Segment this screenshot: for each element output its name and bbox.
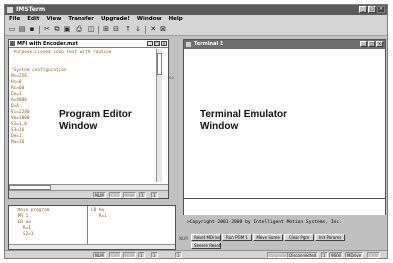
- editor-status-col: 1: [151, 192, 158, 198]
- download-icon[interactable]: ↓: [133, 25, 143, 34]
- save-icon[interactable]: ▪: [27, 25, 37, 34]
- status-terminal: 1: [175, 252, 182, 258]
- status-line: 1: [138, 252, 145, 258]
- copy-icon[interactable]: ⧉: [52, 25, 62, 34]
- terminal-minimize-button[interactable]: _: [360, 41, 367, 47]
- cut-icon[interactable]: ✂: [42, 25, 52, 34]
- upload-icon[interactable]: ↑: [123, 25, 133, 34]
- paste-icon[interactable]: ▣: [62, 25, 72, 34]
- label-code[interactable]: LB Hu R=1: [91, 208, 107, 220]
- toolbar: ▭ ▤ ▪ ✂ ⧉ ▣ ⎙ ◫ ⊞ ⊟ ↑ ↓ ✕ ⊠: [5, 24, 387, 36]
- stray-text: oo: [169, 75, 175, 80]
- toolbar-separator: [39, 26, 40, 34]
- main-program-code[interactable]: 'Main program PR 1 LB aa R=1 S2=1: [15, 208, 75, 243]
- seeere-reset-button[interactable]: Seeere Reset: [191, 242, 221, 249]
- status-nlm: NLM: [93, 252, 106, 258]
- menu-transfer[interactable]: Transfer: [68, 15, 94, 24]
- editor-minimize-button[interactable]: _: [147, 41, 153, 46]
- imsterm-window: IMSTerm _ □ × File Edit View Transfer Up…: [4, 4, 388, 259]
- terminal-icon: [186, 42, 191, 47]
- connect-icon[interactable]: ⊞: [101, 25, 111, 34]
- terminal-close-button[interactable]: ×: [376, 41, 383, 47]
- menu-help[interactable]: Help: [169, 15, 183, 24]
- menu-view[interactable]: View: [46, 15, 61, 24]
- editor-title: MFI with Encoder.mxt: [17, 41, 78, 47]
- run-pgm-button[interactable]: Run PGM 1: [222, 234, 252, 241]
- tile-icon[interactable]: ⊠: [158, 25, 168, 34]
- open-icon[interactable]: ▤: [17, 25, 27, 34]
- status-connection: Disconnected: [287, 252, 319, 258]
- program-editor-window[interactable]: MFI with Encoder.mxt _ □ × 'Purpose:Clos…: [8, 39, 169, 199]
- document-icon: [10, 41, 15, 46]
- terminal-nlm-label: NLM: [179, 236, 188, 241]
- terminal-button-row: Seeere Reset: [191, 242, 221, 249]
- status-bar: NLM CAP NUM 1 1 1 Upgrade Disconnected 1…: [5, 250, 387, 258]
- editor-status-bar: NLM CAP NUM 1 1: [9, 190, 168, 198]
- editor-status-num: NUM: [123, 192, 137, 198]
- immediate-window[interactable]: 'Main program PR 1 LB aa R=1 S2=1 LB Hu …: [8, 205, 176, 250]
- close-button[interactable]: ×: [377, 6, 385, 13]
- status-baud: 9600: [329, 252, 344, 258]
- title-bar: IMSTerm _ □ ×: [5, 5, 387, 15]
- editor-maximize-button[interactable]: □: [154, 41, 160, 46]
- terminal-output-area[interactable]: [183, 199, 386, 215]
- clear-pgm-button[interactable]: Clear Pgm: [284, 234, 314, 241]
- status-col: 1: [151, 252, 158, 258]
- toolbar-separator: [145, 26, 146, 34]
- scroll-thumb[interactable]: [157, 53, 162, 75]
- app-icon: [7, 7, 13, 13]
- status-can: CAN: [367, 252, 380, 258]
- immediate-horizontal-scrollbar[interactable]: [9, 244, 175, 249]
- editor-status-nlm: NLM: [93, 192, 106, 198]
- terminal-emulator-label: Terminal Emulator Window: [200, 109, 288, 132]
- menu-window[interactable]: Window: [137, 15, 162, 24]
- terminal-title: Terminal 1: [194, 41, 224, 47]
- copyright-line: >Copyright 2001-2008 by Intelligent Moti…: [187, 220, 342, 225]
- editor-status-line: 1: [139, 192, 146, 198]
- disconnect-icon[interactable]: ⊟: [111, 25, 121, 34]
- status-upgrade: Upgrade: [267, 252, 289, 258]
- status-num: NUM: [123, 252, 137, 258]
- menu-upgrade[interactable]: Upgrade!: [101, 15, 130, 24]
- init-params-button[interactable]: Init Params: [315, 234, 345, 241]
- terminal-button-row: Reset MDrive Run PGM 1 Move Some Clear P…: [191, 234, 345, 241]
- toolbar-separator: [98, 26, 99, 34]
- menu-edit[interactable]: Edit: [27, 15, 39, 24]
- program-editor-label: Program Editor Window: [59, 109, 132, 132]
- editor-close-button[interactable]: ×: [161, 41, 167, 46]
- app-title: IMSTerm: [16, 6, 46, 13]
- status-device: MDrive: [345, 252, 364, 258]
- new-icon[interactable]: ▭: [7, 25, 17, 34]
- terminal-maximize-button[interactable]: □: [368, 41, 375, 47]
- minimize-button[interactable]: _: [359, 6, 367, 13]
- close-x-icon[interactable]: ✕: [148, 25, 158, 34]
- editor-title-bar[interactable]: MFI with Encoder.mxt _ □ ×: [9, 40, 168, 48]
- reset-mdrive-button[interactable]: Reset MDrive: [191, 234, 221, 241]
- menu-bar: File Edit View Transfer Upgrade! Window …: [5, 15, 387, 24]
- mdi-workspace: MFI with Encoder.mxt _ □ × 'Purpose:Clos…: [5, 37, 387, 255]
- maximize-button[interactable]: □: [368, 6, 376, 13]
- terminal-title-bar[interactable]: Terminal 1 _ □ ×: [184, 40, 385, 49]
- editor-status-cap: CAP: [109, 192, 121, 198]
- move-some-button[interactable]: Move Some: [253, 234, 283, 241]
- properties-icon[interactable]: ◫: [86, 25, 96, 34]
- menu-file[interactable]: File: [9, 15, 20, 24]
- print-icon[interactable]: ⎙: [74, 25, 84, 34]
- terminal-window[interactable]: Terminal 1 _ □ × Terminal Emulator Windo…: [183, 39, 386, 199]
- editor-vertical-scrollbar[interactable]: [156, 49, 162, 182]
- status-cap: CAP: [109, 252, 121, 258]
- status-port: 1: [321, 252, 328, 258]
- pane-divider[interactable]: [87, 206, 88, 246]
